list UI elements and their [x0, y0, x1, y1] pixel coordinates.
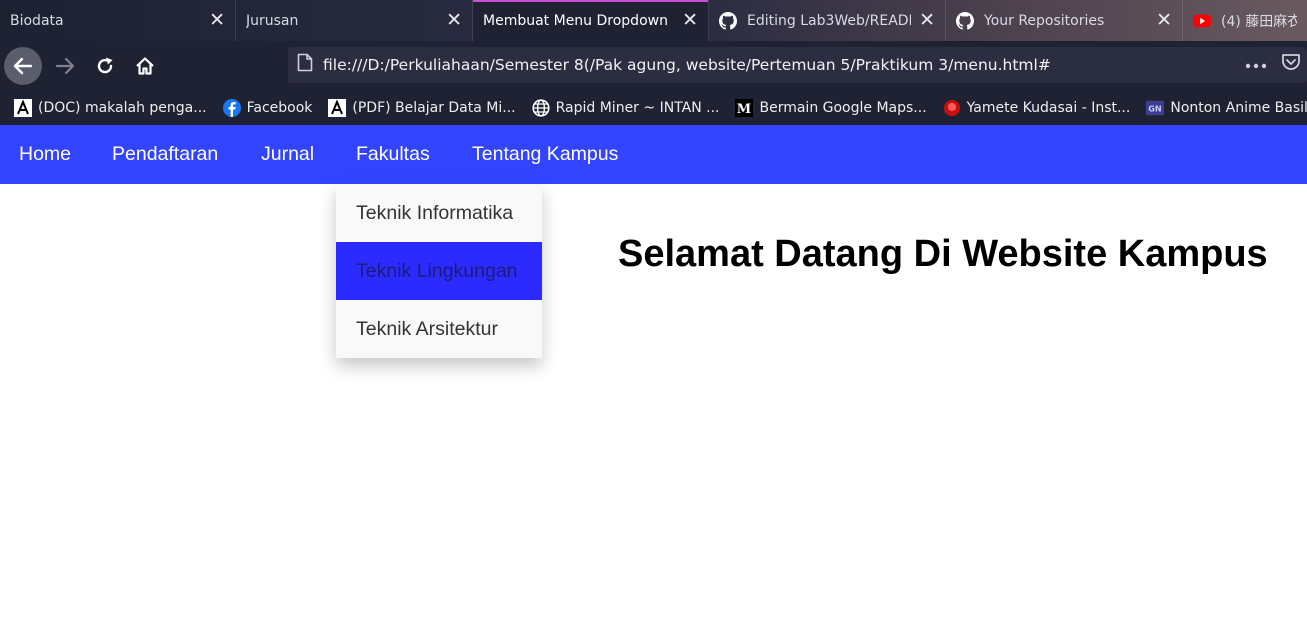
nav-pendaftaran[interactable]: Pendaftaran — [112, 125, 218, 184]
home-button[interactable] — [126, 47, 164, 85]
nav-jurnal[interactable]: Jurnal — [261, 125, 314, 184]
bookmark-label: Facebook — [246, 100, 313, 116]
bookmark-item[interactable]: (PDF) Belajar Data Mi... — [328, 99, 516, 117]
fakultas-dropdown: Teknik Informatika Teknik Lingkungan Tek… — [336, 184, 542, 358]
tab-title: Biodata — [10, 12, 64, 29]
close-icon[interactable]: ✕ — [1156, 11, 1172, 30]
youtube-icon — [1193, 12, 1211, 30]
gn-icon: GN — [1146, 99, 1165, 117]
back-arrow-icon — [13, 57, 33, 75]
reload-icon — [97, 57, 113, 74]
bookmark-item[interactable]: (DOC) makalah penga... — [14, 99, 207, 117]
tab-your-repositories[interactable]: Your Repositories ✕ — [946, 0, 1183, 41]
tab-jurusan[interactable]: Jurusan ✕ — [236, 0, 473, 41]
tab-title: Jurusan — [246, 12, 299, 29]
page-heading: Selamat Datang Di Website Kampus — [618, 233, 1268, 275]
bookmark-item[interactable]: Yamete Kudasai - Inst... — [943, 99, 1131, 117]
bookmark-item[interactable]: Facebook — [222, 99, 313, 117]
tab-editing-lab3web[interactable]: Editing Lab3Web/READI ✕ — [709, 0, 946, 41]
svg-text:M: M — [737, 102, 751, 117]
close-icon[interactable]: ✕ — [446, 11, 462, 30]
red-circle-icon — [943, 99, 961, 117]
academia-icon — [14, 99, 32, 117]
reload-button[interactable] — [86, 47, 124, 85]
bookmark-item[interactable]: M Bermain Google Maps... — [735, 99, 927, 117]
home-icon — [136, 57, 154, 75]
site-navbar: Home Pendaftaran Jurnal Fakultas Tentang… — [0, 125, 1307, 184]
tab-biodata[interactable]: Biodata ✕ — [0, 0, 236, 41]
bookmark-item[interactable]: Rapid Miner ~ INTAN ... — [532, 99, 720, 117]
bookmark-item[interactable]: GN Nonton Anime Basilisk... — [1146, 99, 1307, 117]
tab-membuat-menu-dropdown[interactable]: Membuat Menu Dropdown ✕ — [473, 0, 709, 41]
bookmark-label: (DOC) makalah penga... — [38, 100, 207, 116]
svg-text:GN: GN — [1149, 104, 1163, 114]
page-actions-icon[interactable] — [1245, 56, 1267, 74]
close-icon[interactable]: ✕ — [682, 11, 698, 30]
nav-fakultas[interactable]: Fakultas — [356, 125, 430, 184]
nav-home[interactable]: Home — [19, 125, 71, 184]
globe-icon — [532, 99, 550, 117]
bookmark-label: Nonton Anime Basilisk... — [1170, 100, 1307, 116]
tab-title: Your Repositories — [984, 12, 1105, 29]
url-text[interactable]: file:///D:/Perkuliahaan/Semester 8(/Pak … — [323, 56, 1051, 74]
dropdown-item-teknik-informatika[interactable]: Teknik Informatika — [336, 184, 542, 242]
forward-arrow-icon — [55, 57, 75, 75]
github-icon — [719, 11, 737, 30]
close-icon[interactable]: ✕ — [919, 11, 935, 30]
tab-strip: Biodata ✕ Jurusan ✕ Membuat Menu Dropdow… — [0, 0, 1307, 41]
dropdown-item-teknik-lingkungan[interactable]: Teknik Lingkungan — [336, 242, 542, 300]
back-button[interactable] — [4, 47, 42, 85]
close-icon[interactable]: ✕ — [209, 11, 225, 30]
bookmark-label: Bermain Google Maps... — [759, 100, 927, 116]
tab-title: Editing Lab3Web/READI — [747, 12, 912, 29]
tab-title: Membuat Menu Dropdown — [483, 12, 668, 29]
academia-icon — [328, 99, 347, 117]
forward-button[interactable] — [46, 47, 84, 85]
bookmarks-toolbar: (DOC) makalah penga... Facebook (PDF) Be… — [0, 91, 1307, 125]
tab-title: (4) 藤田麻衣 — [1221, 13, 1297, 30]
tab-youtube[interactable]: (4) 藤田麻衣 — [1183, 0, 1307, 41]
bookmark-label: Yamete Kudasai - Inst... — [966, 100, 1131, 116]
facebook-icon — [222, 99, 241, 117]
page-icon — [297, 53, 313, 77]
medium-icon: M — [735, 99, 754, 117]
address-bar[interactable]: file:///D:/Perkuliahaan/Semester 8(/Pak … — [288, 47, 1307, 83]
dropdown-item-teknik-arsitektur[interactable]: Teknik Arsitektur — [336, 300, 542, 358]
nav-tentang-kampus[interactable]: Tentang Kampus — [472, 125, 618, 184]
bookmark-label: Rapid Miner ~ INTAN ... — [555, 100, 720, 116]
github-icon — [956, 11, 974, 30]
bookmark-label: (PDF) Belajar Data Mi... — [352, 100, 516, 116]
navigation-toolbar: file:///D:/Perkuliahaan/Semester 8(/Pak … — [0, 41, 1307, 91]
pocket-icon[interactable] — [1281, 53, 1301, 77]
